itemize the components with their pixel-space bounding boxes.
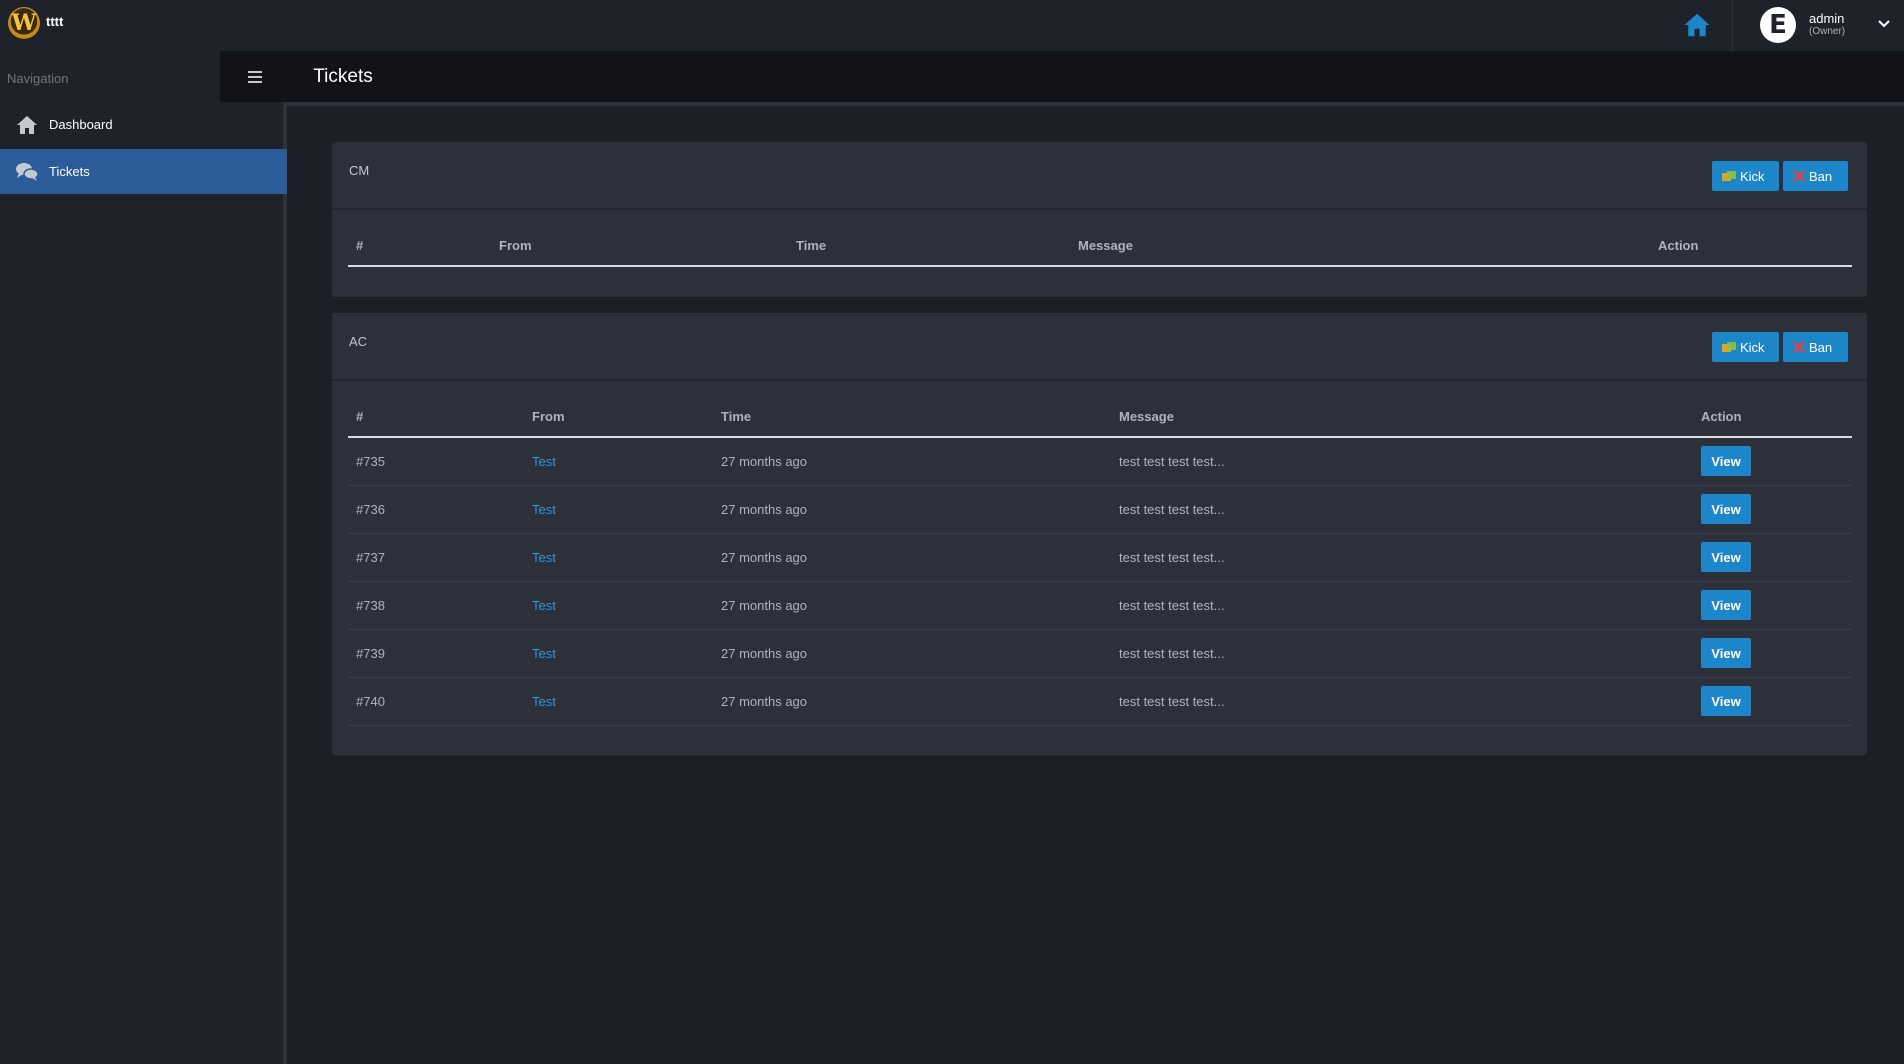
column-header: From: [524, 383, 713, 438]
table-header-row: # From Time Message Action: [348, 212, 1852, 267]
ticket-from-link[interactable]: Test: [532, 646, 556, 661]
table-row: #739 Test 27 months ago test test test t…: [348, 629, 1852, 678]
ticket-from-link[interactable]: Test: [532, 550, 556, 565]
table-row: #740 Test 27 months ago test test test t…: [348, 677, 1852, 726]
app-title[interactable]: tttt: [46, 14, 63, 29]
column-header: Time: [713, 383, 1111, 438]
column-header: #: [348, 212, 491, 267]
avatar[interactable]: E: [1760, 7, 1796, 43]
ticket-time: 27 months ago: [713, 485, 1111, 534]
ticket-time: 27 months ago: [713, 581, 1111, 630]
column-header: Message: [1070, 212, 1650, 267]
column-header: Time: [788, 212, 1070, 267]
menu-toggle-button[interactable]: [237, 62, 273, 92]
chevron-down-icon[interactable]: [1876, 16, 1892, 32]
ticket-id: #739: [348, 629, 524, 678]
home-icon: [17, 115, 37, 134]
kick-label: Kick: [1740, 168, 1765, 184]
panel-title: AC: [349, 334, 368, 349]
panel-title: CM: [349, 163, 370, 178]
ban-label: Ban: [1809, 168, 1833, 184]
ticket-id: #737: [348, 533, 524, 582]
close-icon: [1793, 341, 1805, 353]
ticket-time: 27 months ago: [713, 629, 1111, 678]
sidebar: Navigation Dashboard Tickets: [0, 51, 287, 1064]
ticket-message: test test test test...: [1111, 437, 1693, 486]
ticket-id: #738: [348, 581, 524, 630]
view-button[interactable]: View: [1701, 446, 1751, 477]
app-logo[interactable]: W: [8, 7, 40, 39]
close-icon: [1793, 170, 1805, 182]
hamburger-icon: [248, 71, 262, 83]
view-button[interactable]: View: [1701, 638, 1751, 668]
tickets-table-ac: # From Time Message Action #735 Test 27 …: [348, 383, 1852, 726]
table-row: #737 Test 27 months ago test test test t…: [348, 533, 1852, 582]
ticket-message: test test test test...: [1111, 677, 1693, 726]
kick-icon: [1722, 171, 1736, 181]
page-header: [220, 51, 1904, 102]
ticket-from-link[interactable]: Test: [532, 454, 556, 469]
ban-label: Ban: [1809, 339, 1833, 355]
view-button[interactable]: View: [1701, 494, 1751, 524]
top-divider: [1732, 0, 1733, 51]
column-header: Message: [1111, 383, 1693, 438]
ticket-time: 27 months ago: [713, 437, 1111, 486]
panel-header: AC Kick Ban: [332, 313, 1867, 381]
column-header: Action: [1693, 383, 1852, 438]
sidebar-item-tickets[interactable]: Tickets: [0, 149, 287, 194]
column-header: From: [491, 212, 788, 267]
home-icon[interactable]: [1682, 10, 1712, 40]
ticket-message: test test test test...: [1111, 629, 1693, 678]
panel-ac: AC Kick Ban # From Time Message Action #…: [332, 313, 1867, 755]
ticket-id: #736: [348, 485, 524, 534]
user-role: (Owner): [1809, 26, 1846, 37]
ticket-message: test test test test...: [1111, 533, 1693, 582]
table-row: #738 Test 27 months ago test test test t…: [348, 581, 1852, 630]
user-name[interactable]: admin: [1809, 11, 1844, 26]
ticket-from-link[interactable]: Test: [532, 598, 556, 613]
top-bar: W tttt E admin (Owner): [0, 0, 1904, 51]
column-header: #: [348, 383, 524, 438]
ticket-message: test test test test...: [1111, 581, 1693, 630]
view-button[interactable]: View: [1701, 542, 1751, 572]
table-header-row: # From Time Message Action: [348, 383, 1852, 438]
ticket-time: 27 months ago: [713, 677, 1111, 726]
ticket-from-link[interactable]: Test: [532, 502, 556, 517]
ban-button[interactable]: Ban: [1783, 161, 1848, 191]
ticket-message: test test test test...: [1111, 485, 1693, 534]
kick-label: Kick: [1740, 339, 1765, 355]
table-row: #735 Test 27 months ago test test test t…: [348, 437, 1852, 486]
column-header: Action: [1650, 212, 1852, 267]
kick-button[interactable]: Kick: [1712, 161, 1779, 191]
sidebar-item-dashboard[interactable]: Dashboard: [0, 102, 287, 147]
table-row: #736 Test 27 months ago test test test t…: [348, 485, 1852, 534]
ticket-time: 27 months ago: [713, 533, 1111, 582]
panel-header: CM Kick Ban: [332, 142, 1867, 210]
ticket-id: #735: [348, 437, 524, 486]
kick-icon: [1722, 342, 1736, 352]
tickets-table-cm: # From Time Message Action: [348, 212, 1852, 267]
chat-icon: [16, 162, 39, 181]
panel-cm: CM Kick Ban # From Time Message Action: [332, 142, 1867, 297]
sidebar-item-label: Tickets: [49, 164, 90, 179]
ticket-from-link[interactable]: Test: [532, 694, 556, 709]
sidebar-item-label: Dashboard: [49, 117, 113, 132]
ticket-id: #740: [348, 677, 524, 726]
tab-tickets[interactable]: Tickets: [292, 51, 394, 106]
kick-button[interactable]: Kick: [1712, 332, 1779, 362]
view-button[interactable]: View: [1701, 686, 1751, 716]
ban-button[interactable]: Ban: [1783, 332, 1848, 362]
header-divider: [287, 102, 1904, 106]
nav-heading: Navigation: [7, 71, 69, 86]
view-button[interactable]: View: [1701, 590, 1751, 620]
